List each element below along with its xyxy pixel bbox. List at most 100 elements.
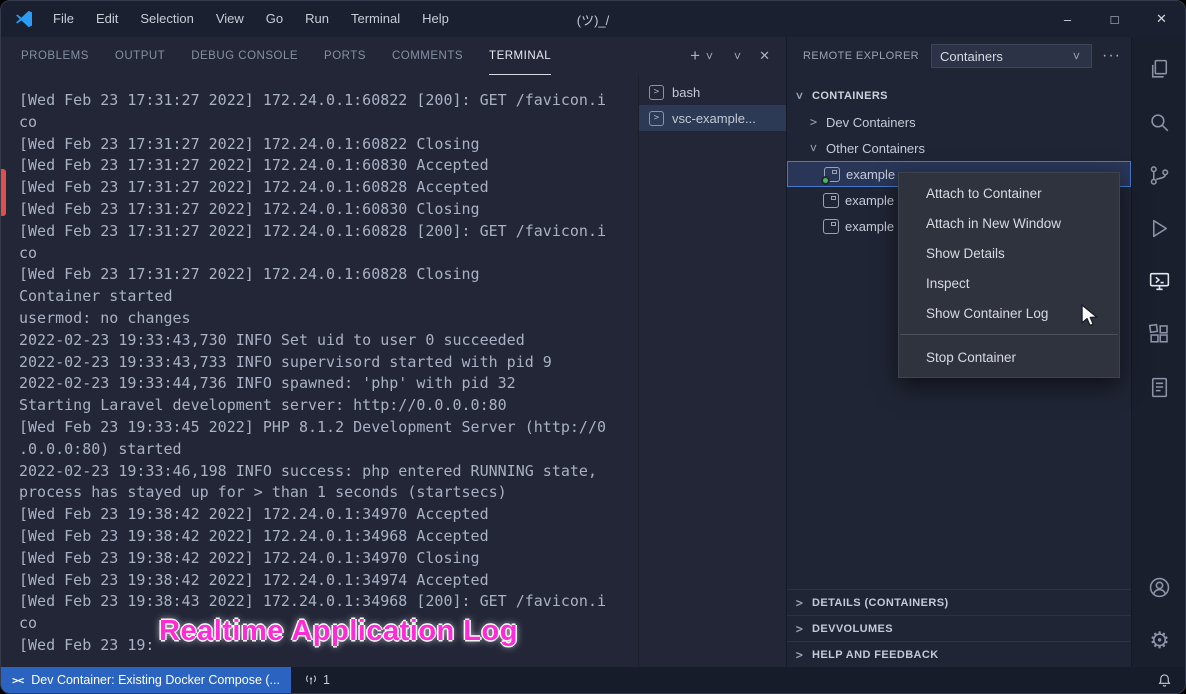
context-menu-item[interactable]: Attach to Container xyxy=(899,178,1119,208)
terminal-tab-label: vsc-example... xyxy=(672,111,756,126)
context-menu-item-label: Attach to Container xyxy=(926,186,1042,201)
search-icon[interactable] xyxy=(1132,96,1186,149)
menu-item[interactable]: File xyxy=(42,1,85,37)
terminal-line: [Wed Feb 23 17:31:27 2022] 172.24.0.1:60… xyxy=(19,134,638,156)
menu-item[interactable]: Selection xyxy=(129,1,204,37)
context-menu-item[interactable]: Stop Container xyxy=(899,342,1119,372)
sidebar-section-header[interactable]: > DETAILS (CONTAINERS) xyxy=(787,589,1131,615)
settings-gear-icon[interactable]: ⚙ xyxy=(1132,614,1186,667)
more-actions-icon[interactable]: ··· xyxy=(1102,47,1121,65)
terminal-line: 2022-02-23 19:33:46,198 INFO success: ph… xyxy=(19,461,638,483)
sidebar-section-label: DEVVOLUMES xyxy=(812,623,893,635)
menu-item[interactable]: Terminal xyxy=(340,1,411,37)
terminal-line: [Wed Feb 23 17:31:27 2022] 172.24.0.1:60… xyxy=(19,90,638,112)
context-menu-item-label: Attach in New Window xyxy=(926,216,1061,231)
sidebar-section-label: HELP AND FEEDBACK xyxy=(812,649,939,661)
notifications-bell-icon[interactable] xyxy=(1157,673,1172,688)
sidebar-section-header[interactable]: > HELP AND FEEDBACK xyxy=(787,641,1131,667)
files-copy-icon[interactable] xyxy=(1132,43,1186,96)
new-terminal-button[interactable]: + > xyxy=(690,46,716,66)
container-label: example xyxy=(845,193,894,208)
remote-explorer-icon[interactable] xyxy=(1132,255,1186,308)
container-icon xyxy=(824,167,840,182)
panel-tab[interactable]: OUTPUT xyxy=(115,37,165,75)
tree-section-containers[interactable]: > CONTAINERS xyxy=(787,83,1131,109)
chevron-down-icon: > xyxy=(703,50,717,63)
terminal-line: [Wed Feb 23 19:33:45 2022] PHP 8.1.2 Dev… xyxy=(19,417,638,439)
forwarded-ports-button[interactable]: 1 xyxy=(304,673,330,687)
extensions-icon[interactable] xyxy=(1132,308,1186,361)
terminal-line: [Wed Feb 23 19:38:42 2022] 172.24.0.1:34… xyxy=(19,526,638,548)
notebook-icon[interactable] xyxy=(1132,361,1186,414)
minimize-button[interactable]: – xyxy=(1044,1,1091,37)
tree-groups: > Dev Containers > Other Containers xyxy=(787,109,1131,161)
terminal-line: [Wed Feb 23 17:31:27 2022] 172.24.0.1:60… xyxy=(19,199,638,221)
tree-group-row[interactable]: > Other Containers xyxy=(787,135,1131,161)
terminal-line: [Wed Feb 23 17:31:27 2022] 172.24.0.1:60… xyxy=(19,155,638,177)
panel-chevron-icon[interactable]: > xyxy=(731,50,745,63)
sidebar-section-header[interactable]: > DEVVOLUMES xyxy=(787,615,1131,641)
run-debug-icon[interactable] xyxy=(1132,202,1186,255)
terminal-output: [Wed Feb 23 17:31:27 2022] 172.24.0.1:60… xyxy=(1,75,638,667)
menu-item[interactable]: Go xyxy=(255,1,294,37)
panel-tab[interactable]: COMMENTS xyxy=(392,37,463,75)
container-icon xyxy=(823,219,839,234)
sidebar-header: REMOTE EXPLORER Containers > ··· xyxy=(787,37,1131,75)
panel-tab[interactable]: PROBLEMS xyxy=(21,37,89,75)
terminal-line: [Wed Feb 23 19:38:42 2022] 172.24.0.1:34… xyxy=(19,548,638,570)
activity-bar: ⚙ xyxy=(1131,37,1186,667)
status-bar: >< Dev Container: Existing Docker Compos… xyxy=(1,667,1185,693)
menu-item[interactable]: Edit xyxy=(85,1,129,37)
chevron-down-icon: > xyxy=(1070,50,1084,63)
remote-type-value: Containers xyxy=(940,49,1003,64)
remote-type-select[interactable]: Containers > xyxy=(931,44,1092,68)
container-icon-inner xyxy=(831,222,836,226)
panel-tab[interactable]: DEBUG CONSOLE xyxy=(191,37,298,75)
chevron-right-icon: > xyxy=(793,622,806,636)
panel-tab-bar: PROBLEMS OUTPUT DEBUG CONSOLE PORTS COMMENTS… xyxy=(1,37,786,75)
plus-icon: + xyxy=(690,46,700,66)
terminal-tabs-list: > bash > vsc-example... xyxy=(638,75,786,667)
container-context-menu: Attach to Container Attach in New Window… xyxy=(898,172,1120,378)
terminal-tab-item[interactable]: > bash xyxy=(639,79,786,105)
tree-group-row[interactable]: > Dev Containers xyxy=(787,109,1131,135)
tree-group-label: Other Containers xyxy=(826,141,925,156)
radio-tower-icon xyxy=(304,673,318,687)
context-menu-item[interactable]: Attach in New Window xyxy=(899,208,1119,238)
sidebar-section-label: DETAILS (CONTAINERS) xyxy=(812,597,949,609)
terminal-line: [Wed Feb 23 17:31:27 2022] 172.24.0.1:60… xyxy=(19,177,638,199)
close-panel-icon[interactable]: ✕ xyxy=(759,48,770,64)
terminal-line: co xyxy=(19,112,638,134)
terminal-tab-item[interactable]: > vsc-example... xyxy=(639,105,786,131)
menu-item[interactable]: Run xyxy=(294,1,340,37)
menu-item[interactable]: View xyxy=(205,1,255,37)
source-control-icon[interactable] xyxy=(1132,149,1186,202)
terminal-line: Container started xyxy=(19,286,638,308)
maximize-button[interactable]: □ xyxy=(1091,1,1138,37)
account-icon[interactable] xyxy=(1132,561,1186,614)
context-menu-item-label: Show Container Log xyxy=(926,306,1048,321)
window-controls: – □ ✕ xyxy=(1044,1,1185,37)
close-button[interactable]: ✕ xyxy=(1138,1,1185,37)
chevron-icon: > xyxy=(807,142,821,155)
context-menu-item[interactable]: Show Container Log xyxy=(899,298,1119,328)
terminal-line: [Wed Feb 23 17:31:27 2022] 172.24.0.1:60… xyxy=(19,264,638,286)
sidebar-bottom-sections: > DETAILS (CONTAINERS) > DEVVOLUMES > HE… xyxy=(787,589,1131,667)
terminal-line: [Wed Feb 23 19:38:42 2022] 172.24.0.1:34… xyxy=(19,504,638,526)
tree-section-label: CONTAINERS xyxy=(812,90,888,102)
panel-tab[interactable]: PORTS xyxy=(324,37,366,75)
ports-count: 1 xyxy=(323,673,330,687)
remote-status-button[interactable]: >< Dev Container: Existing Docker Compos… xyxy=(1,667,291,693)
context-menu-item-label: Show Details xyxy=(926,246,1005,261)
terminal-line: process has stayed up for > than 1 secon… xyxy=(19,482,638,504)
context-menu-item[interactable]: Show Details xyxy=(899,238,1119,268)
chevron-icon: > xyxy=(807,115,820,129)
context-menu-item[interactable] xyxy=(900,334,1118,335)
context-menu-item-label: Inspect xyxy=(926,276,970,291)
tree-group-label: Dev Containers xyxy=(826,115,916,130)
terminal-line: .0.0.0:80) started xyxy=(19,439,638,461)
panel-tab[interactable]: TERMINAL xyxy=(489,37,551,75)
menu-item[interactable]: Help xyxy=(411,1,460,37)
context-menu-item[interactable]: Inspect xyxy=(899,268,1119,298)
terminal-prompt-icon: > xyxy=(649,85,664,100)
